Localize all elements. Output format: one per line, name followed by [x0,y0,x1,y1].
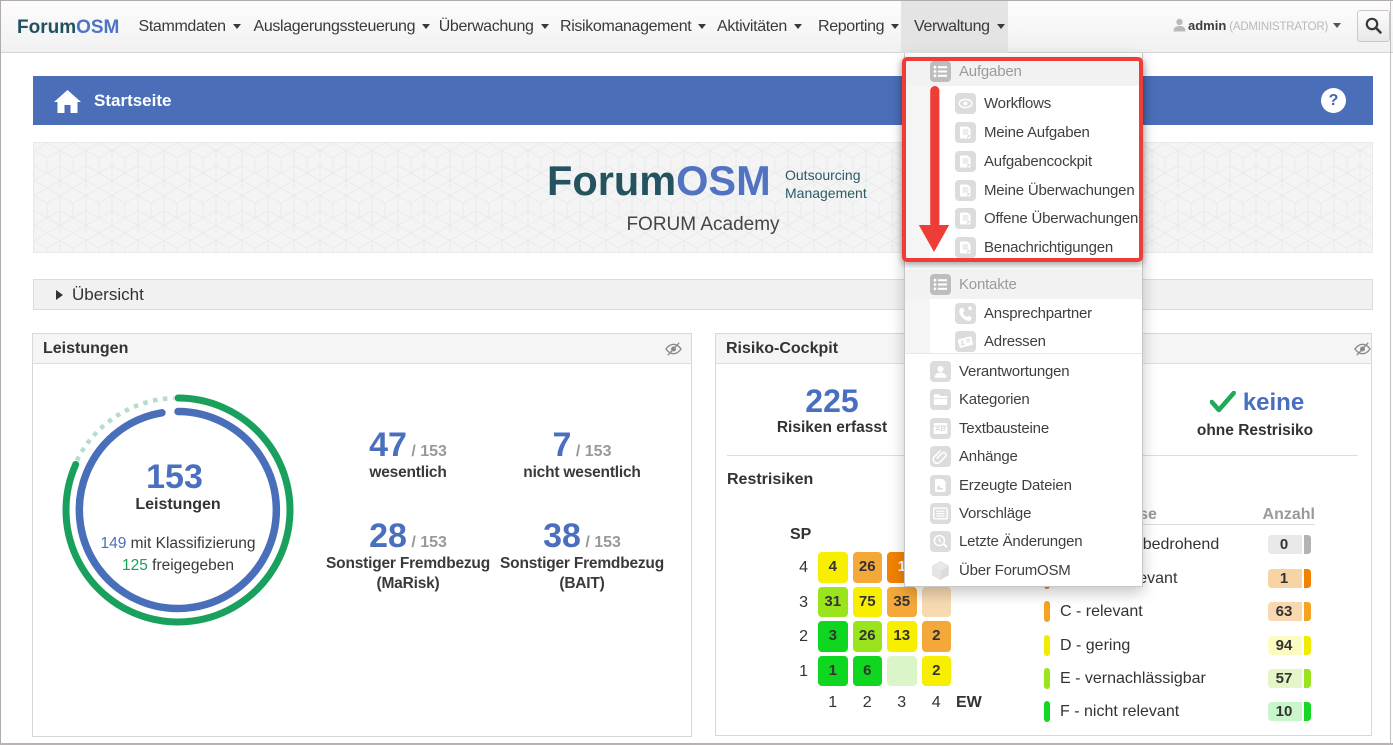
svg-text:AB: AB [935,424,946,433]
